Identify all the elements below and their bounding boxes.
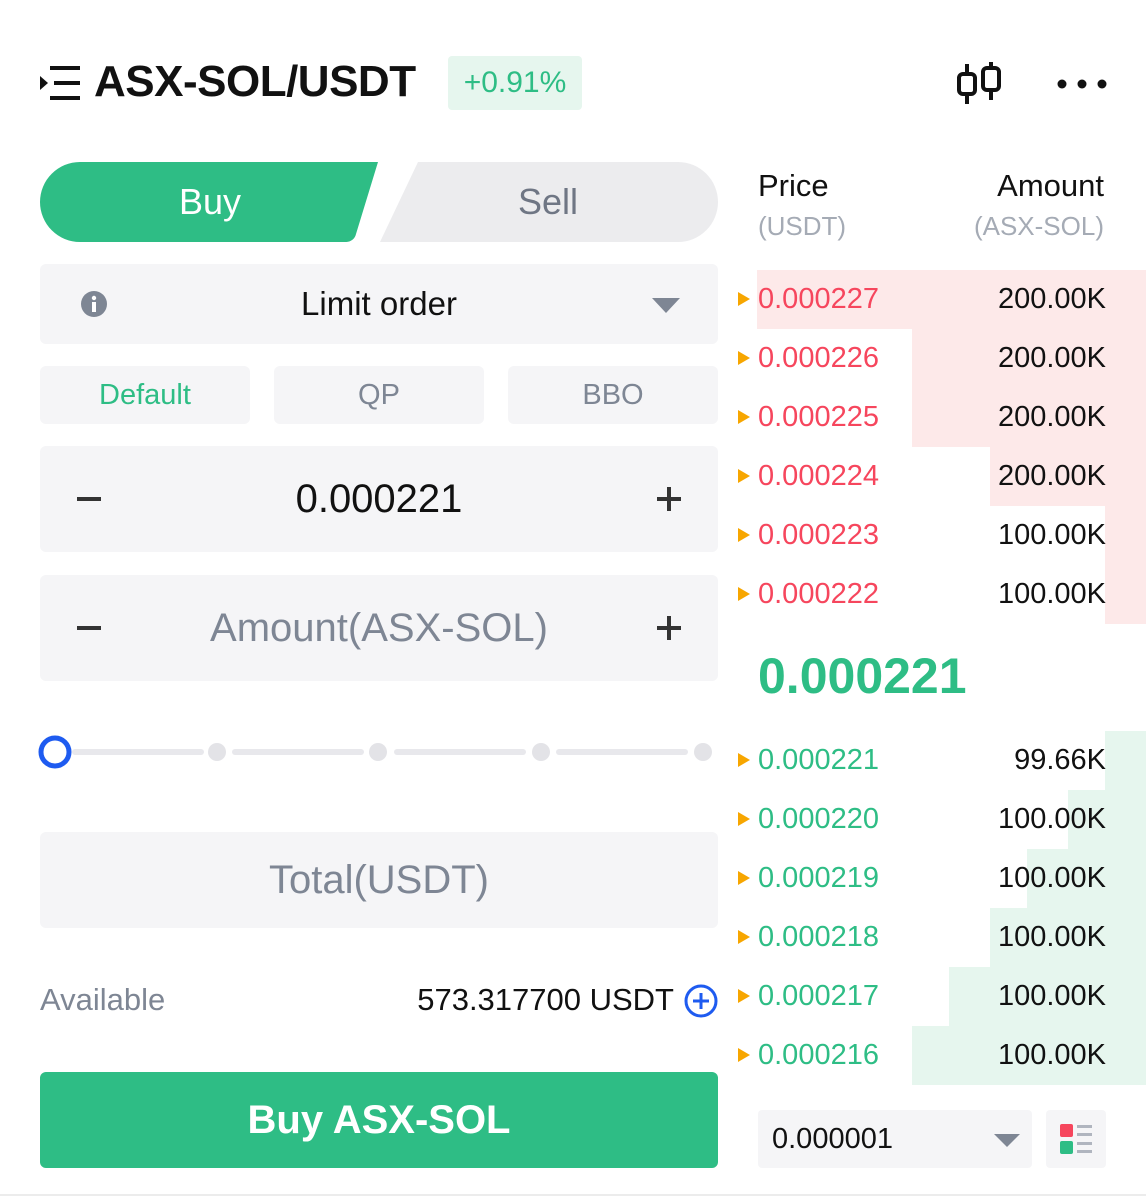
price-increase-button[interactable] [654, 446, 684, 552]
ask-row[interactable]: 0.000225 200.00K [736, 388, 1146, 447]
bid-price: 0.000220 [758, 803, 879, 835]
amount-input[interactable]: Amount(ASX-SOL) [120, 575, 638, 681]
ask-amount: 200.00K [997, 342, 1106, 374]
ask-price: 0.000222 [758, 578, 879, 610]
ask-row[interactable]: 0.000222 100.00K [736, 565, 1146, 624]
bid-row[interactable]: 0.000217 100.00K [736, 967, 1146, 1026]
ask-price: 0.000224 [758, 460, 879, 492]
caret-down-icon [994, 1134, 1020, 1147]
ask-price: 0.000227 [758, 283, 879, 315]
order-marker-icon [738, 528, 750, 542]
available-label: Available [40, 982, 166, 1017]
orderbook-layout-icon [1060, 1124, 1092, 1154]
order-marker-icon [738, 930, 750, 944]
amount-decrease-button[interactable] [74, 575, 104, 681]
bid-row[interactable]: 0.000216 100.00K [736, 1026, 1146, 1085]
bid-amount: 100.00K [997, 1039, 1106, 1071]
amount-stepper: Amount(ASX-SOL) [40, 575, 718, 681]
divider [0, 1194, 1146, 1196]
ask-row[interactable]: 0.000226 200.00K [736, 329, 1146, 388]
order-marker-icon [738, 989, 750, 1003]
menu-icon[interactable] [40, 64, 80, 102]
amount-increase-button[interactable] [654, 575, 684, 681]
bid-amount: 100.00K [997, 980, 1106, 1012]
bid-amount: 100.00K [997, 803, 1106, 835]
slider-stop [532, 743, 550, 761]
candlestick-chart-icon[interactable] [954, 60, 1004, 108]
bid-price: 0.000218 [758, 921, 879, 953]
bid-row[interactable]: 0.000221 99.66K [736, 731, 1146, 790]
available-balance: 573.317700 USDT [417, 982, 674, 1017]
bid-price: 0.000219 [758, 862, 879, 894]
ask-depth-bar [1105, 506, 1146, 565]
ask-amount: 100.00K [997, 519, 1106, 551]
ask-amount: 200.00K [997, 401, 1106, 433]
subtab-default[interactable]: Default [40, 366, 250, 424]
subtab-qp[interactable]: QP [274, 366, 484, 424]
ask-price: 0.000223 [758, 519, 879, 551]
order-marker-icon [738, 469, 750, 483]
slider-stop [694, 743, 712, 761]
ask-row[interactable]: 0.000224 200.00K [736, 447, 1146, 506]
total-input[interactable]: Total(USDT) [40, 832, 718, 928]
header: ASX-SOL/USDT +0.91% [0, 0, 1146, 160]
ask-depth-bar [1105, 565, 1146, 624]
orderbook-price-header: Price [758, 168, 829, 203]
order-marker-icon [738, 1048, 750, 1062]
bid-amount: 99.66K [1014, 744, 1106, 776]
bid-amount: 100.00K [997, 862, 1106, 894]
ask-price: 0.000226 [758, 342, 879, 374]
tab-sell-label: Sell [517, 181, 579, 222]
bid-price: 0.000221 [758, 744, 879, 776]
order-type-select[interactable]: Limit order [40, 264, 718, 344]
tab-sell[interactable]: Sell [378, 162, 718, 242]
price-stepper: 0.000221 [40, 446, 718, 552]
tab-buy-label: Buy [178, 181, 242, 222]
order-marker-icon [738, 351, 750, 365]
price-decrease-button[interactable] [74, 446, 104, 552]
orderbook-price-unit: (USDT) [758, 211, 847, 241]
price-precision-select[interactable]: 0.000001 [758, 1110, 1032, 1168]
slider-thumb [38, 735, 72, 769]
order-marker-icon [738, 812, 750, 826]
amount-slider[interactable] [36, 730, 718, 774]
order-marker-icon [738, 410, 750, 424]
order-type-label: Limit order [301, 285, 457, 322]
ask-amount: 100.00K [997, 578, 1106, 610]
pair-title[interactable]: ASX-SOL/USDT [94, 54, 416, 110]
change-badge: +0.91% [448, 56, 582, 110]
slider-stop [208, 743, 226, 761]
bid-row[interactable]: 0.000218 100.00K [736, 908, 1146, 967]
ask-amount: 200.00K [997, 460, 1106, 492]
order-marker-icon [738, 871, 750, 885]
order-marker-icon [738, 753, 750, 767]
ask-price: 0.000225 [758, 401, 879, 433]
buy-submit-button[interactable]: Buy ASX-SOL [40, 1072, 718, 1168]
precision-value: 0.000001 [772, 1123, 893, 1155]
ask-amount: 200.00K [997, 283, 1106, 315]
order-marker-icon [738, 292, 750, 306]
orderbook-amount-header: Amount [997, 168, 1104, 203]
bid-price: 0.000216 [758, 1039, 879, 1071]
last-price[interactable]: 0.000221 [758, 646, 967, 706]
orderbook-layout-toggle[interactable] [1046, 1110, 1106, 1168]
order-marker-icon [738, 587, 750, 601]
slider-stop [369, 743, 387, 761]
price-input[interactable]: 0.000221 [120, 446, 638, 552]
bid-row[interactable]: 0.000219 100.00K [736, 849, 1146, 908]
bid-depth-bar [1105, 731, 1146, 790]
subtab-bbo[interactable]: BBO [508, 366, 718, 424]
bid-row[interactable]: 0.000220 100.00K [736, 790, 1146, 849]
orderbook-amount-unit: (ASX-SOL) [973, 211, 1104, 241]
add-funds-icon[interactable] [684, 984, 718, 1018]
ask-row[interactable]: 0.000227 200.00K [736, 270, 1146, 329]
ask-row[interactable]: 0.000223 100.00K [736, 506, 1146, 565]
tab-buy[interactable]: Buy [40, 162, 380, 242]
bid-price: 0.000217 [758, 980, 879, 1012]
caret-down-icon [652, 298, 680, 313]
more-options-icon[interactable] [1056, 74, 1108, 94]
bid-amount: 100.00K [997, 921, 1106, 953]
